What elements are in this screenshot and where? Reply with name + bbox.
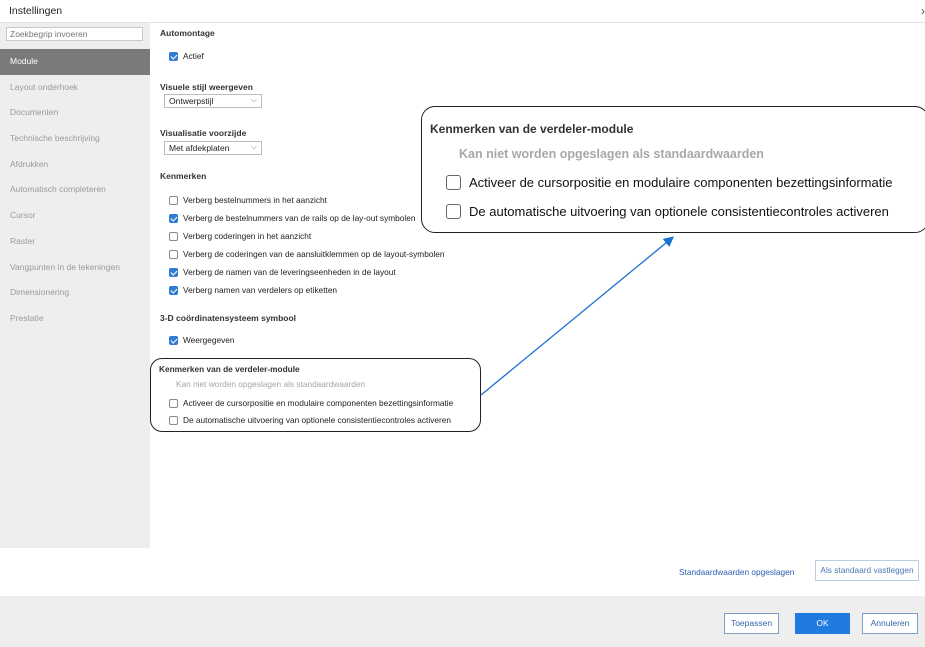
verdeler-zoom-callout: Kenmerken van de verdeler-module Kan nie… <box>421 106 925 233</box>
zoom-heading: Kenmerken van de verdeler-module <box>430 122 634 136</box>
apply-button[interactable]: Toepassen <box>724 613 779 634</box>
save-defaults-link[interactable]: Standaardwaarden opgeslagen <box>679 567 794 577</box>
zoom-item-label: De automatische uitvoering van optionele… <box>469 203 889 219</box>
cancel-button[interactable]: Annuleren <box>862 613 918 634</box>
zoom-subtitle: Kan niet worden opgeslagen als standaard… <box>459 147 764 161</box>
callout-arrow-icon <box>480 236 675 396</box>
ok-button[interactable]: OK <box>795 613 850 634</box>
zoom-item-label: Activeer de cursorpositie en modulaire c… <box>469 174 893 190</box>
zoom-checkbox[interactable] <box>446 174 461 190</box>
zoom-item-row[interactable]: De automatische uitvoering van optionele… <box>446 202 889 220</box>
footer-bar <box>0 596 925 647</box>
zoom-item-row[interactable]: Activeer de cursorpositie en modulaire c… <box>446 173 892 191</box>
zoom-checkbox[interactable] <box>446 203 461 219</box>
set-default-button[interactable]: Als standaard vastleggen <box>815 560 919 581</box>
